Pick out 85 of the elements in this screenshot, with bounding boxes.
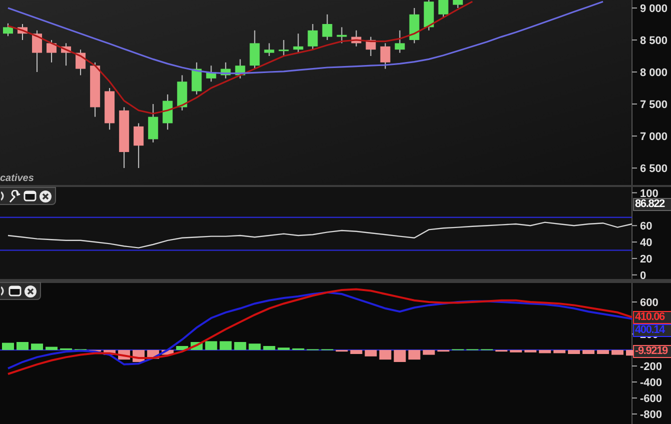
candlestick: [104, 88, 115, 130]
candlestick: [351, 30, 362, 47]
axis-tick-label: 60: [640, 220, 652, 233]
axis-tick-label: -200: [640, 361, 662, 373]
axis-tick-label: 8 500: [640, 35, 668, 47]
histogram-bar: [510, 350, 522, 352]
candlestick: [32, 30, 42, 73]
axis-tick-label: 600: [640, 297, 658, 309]
candlestick: [134, 122, 144, 169]
axis-tick-label: 100: [640, 188, 658, 200]
axis-tick-label: -800: [640, 409, 662, 421]
close-icon[interactable]: [39, 190, 52, 202]
histogram-bar: [524, 350, 536, 352]
candlestick: [177, 74, 188, 111]
candlestick: [3, 22, 13, 37]
close-icon[interactable]: [24, 284, 37, 298]
histogram-bar: [46, 346, 58, 350]
candlestick: [46, 40, 57, 63]
candlestick: [18, 24, 28, 40]
candlestick: [380, 42, 390, 70]
axis-tick-label: 0: [640, 270, 646, 279]
candlestick: [90, 62, 100, 118]
axis-tick-label: -600: [640, 393, 662, 405]
candlestick: [336, 26, 347, 44]
candlestick: [452, 0, 463, 8]
candlestick: [322, 14, 332, 40]
axis-tick-label: 7 000: [640, 131, 668, 144]
histogram-bar: [234, 342, 246, 350]
candlestick: [76, 49, 86, 76]
histogram-bar: [379, 350, 392, 360]
candlestick: [206, 65, 216, 82]
candlestick: [293, 33, 304, 54]
axis-tick-label: 8 000: [640, 67, 668, 80]
candlestick: [250, 30, 260, 70]
axis-tick-label: 9 000: [640, 3, 668, 15]
histogram-bar: [220, 341, 232, 350]
toolbar-icon[interactable]: [1, 285, 6, 297]
candlestick: [264, 42, 274, 56]
histogram-bar: [408, 350, 420, 360]
value-label: -9.9219: [633, 344, 671, 358]
window-icon[interactable]: [8, 284, 22, 298]
candlestick: [162, 94, 173, 130]
histogram-bar: [394, 350, 406, 362]
wrench-icon[interactable]: [8, 190, 21, 202]
axis-tick-label: -400: [640, 377, 662, 389]
value-label: 86.822: [633, 198, 671, 211]
candlestick: [394, 30, 405, 54]
histogram-bar: [31, 344, 44, 350]
candlestick: [220, 62, 231, 79]
axis-tick-label: 20: [640, 253, 652, 266]
candlestick: [278, 40, 289, 56]
histogram-bar: [364, 350, 377, 356]
histogram-bar: [205, 341, 218, 350]
toolbar-icon[interactable]: [1, 190, 6, 202]
candlestick: [438, 0, 448, 18]
histogram-bar: [278, 348, 290, 350]
candlestick: [308, 24, 318, 50]
histogram-bar: [104, 350, 116, 355]
value-label: 410.06: [633, 311, 671, 324]
axis-tick-label: 40: [640, 237, 652, 250]
histogram-bar: [538, 350, 551, 354]
candlestick: [409, 8, 420, 44]
window-icon[interactable]: [23, 189, 37, 203]
histogram-bar: [568, 350, 580, 354]
value-label: 400.14: [633, 324, 671, 338]
axis-tick-label: 7 500: [640, 99, 668, 112]
panel-title: catives: [0, 173, 34, 184]
histogram-bar: [582, 350, 594, 354]
histogram-bar: [596, 350, 609, 354]
histogram-bar: [263, 346, 276, 350]
candlestick: [61, 42, 72, 66]
histogram-bar: [422, 350, 435, 355]
histogram-bar: [350, 350, 362, 354]
candlestick: [235, 58, 246, 79]
candlestick: [366, 36, 376, 56]
histogram-bar: [612, 350, 624, 355]
candlestick: [192, 62, 202, 95]
histogram-bar: [553, 350, 566, 354]
histogram-bar: [248, 344, 261, 350]
histogram-bar: [176, 346, 188, 350]
candlestick: [119, 106, 130, 169]
histogram-bar: [16, 342, 28, 350]
candlestick: [148, 104, 158, 143]
axis-tick-label: 6 500: [640, 163, 668, 176]
histogram-bar: [162, 350, 174, 355]
